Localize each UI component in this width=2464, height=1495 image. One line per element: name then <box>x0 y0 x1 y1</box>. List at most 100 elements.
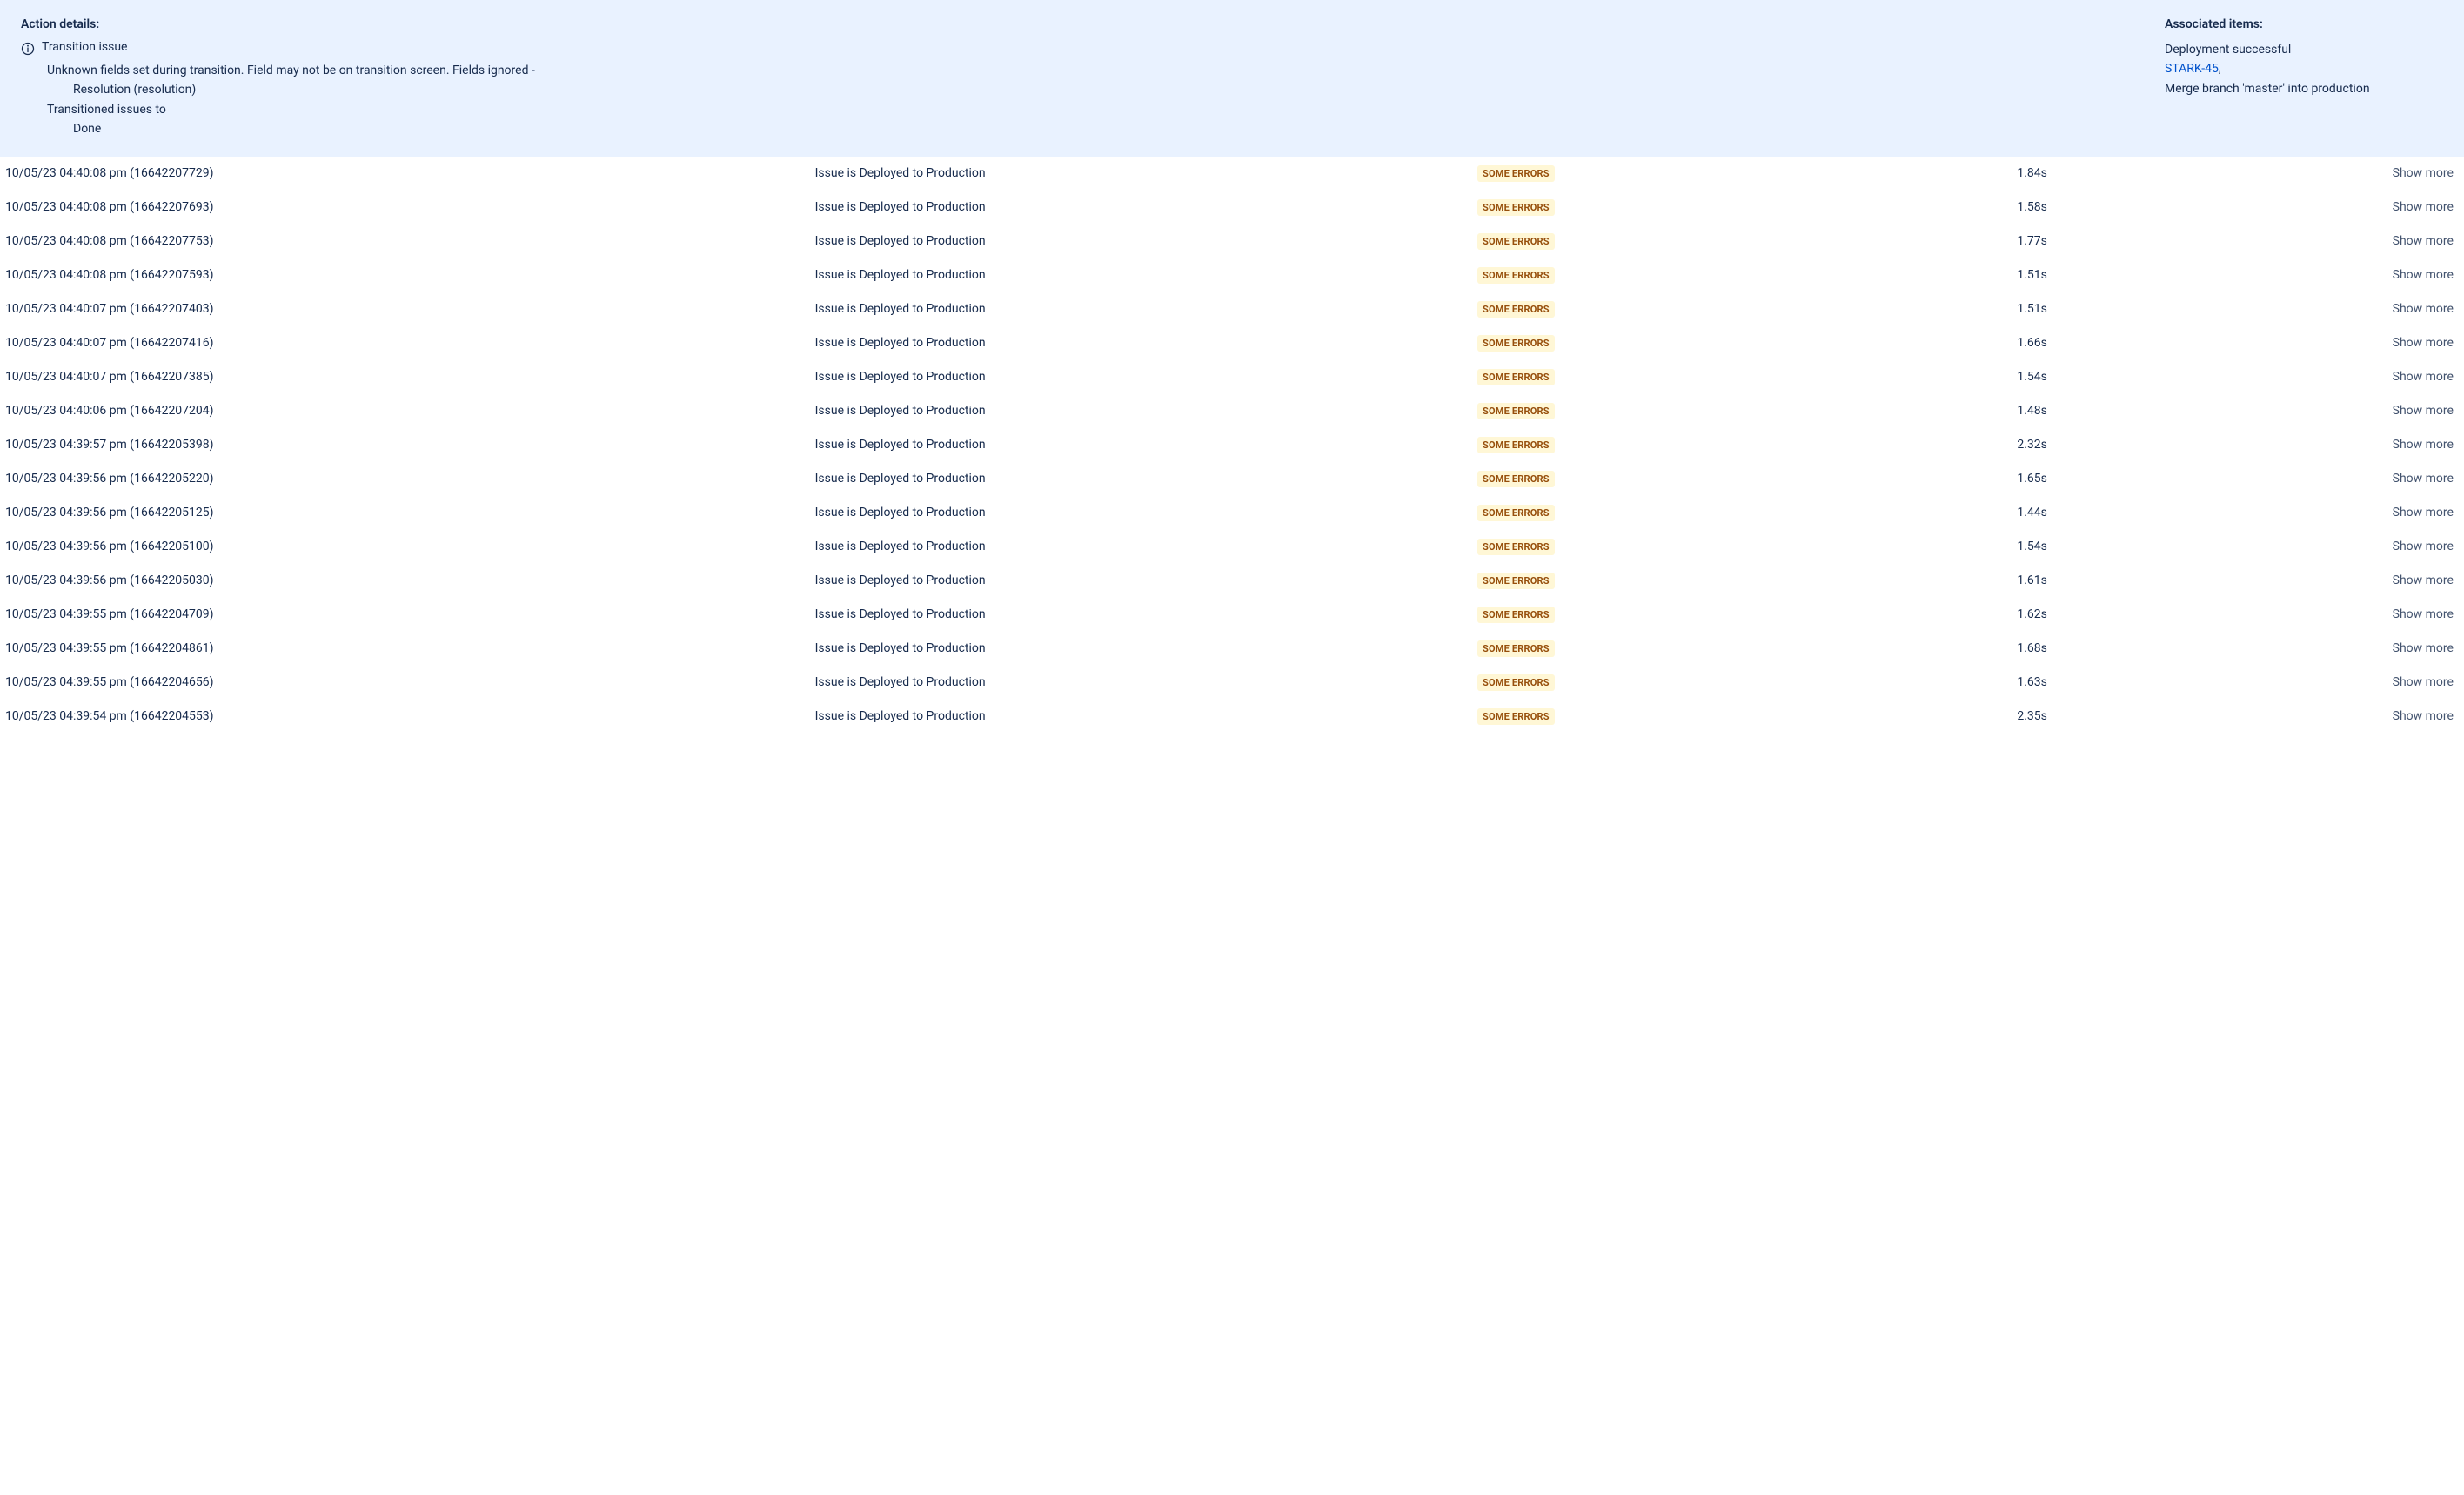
info-icon <box>21 42 35 56</box>
action-cell: Show more <box>2213 166 2459 180</box>
message-cell: Issue is Deployed to Production <box>815 472 1477 486</box>
associated-items-panel: Associated items: Deployment successful … <box>2165 17 2443 139</box>
status-badge: SOME ERRORS <box>1477 301 1555 318</box>
timestamp-cell: 10/05/23 04:39:54 pm (16642204553) <box>5 709 815 723</box>
timestamp-cell: 10/05/23 04:39:56 pm (16642205220) <box>5 472 815 486</box>
status-cell: SOME ERRORS <box>1477 640 2017 657</box>
ignored-field: Resolution (resolution) <box>73 80 2130 99</box>
table-row: 10/05/23 04:40:07 pm (16642207403)Issue … <box>0 292 2464 326</box>
status-badge: SOME ERRORS <box>1477 335 1555 352</box>
action-cell: Show more <box>2213 336 2459 350</box>
action-cell: Show more <box>2213 540 2459 553</box>
show-more-button[interactable]: Show more <box>2393 268 2454 282</box>
status-badge: SOME ERRORS <box>1477 471 1555 487</box>
status-badge: SOME ERRORS <box>1477 369 1555 385</box>
duration-cell: 1.65s <box>2017 472 2213 486</box>
action-cell: Show more <box>2213 709 2459 723</box>
message-cell: Issue is Deployed to Production <box>815 166 1477 180</box>
message-cell: Issue is Deployed to Production <box>815 200 1477 214</box>
show-more-button[interactable]: Show more <box>2393 336 2454 350</box>
status-cell: SOME ERRORS <box>1477 199 2017 216</box>
timestamp-cell: 10/05/23 04:40:07 pm (16642207385) <box>5 370 815 384</box>
associated-issue-line: STARK-45, <box>2165 59 2443 78</box>
status-cell: SOME ERRORS <box>1477 708 2017 725</box>
duration-cell: 1.54s <box>2017 540 2213 553</box>
table-row: 10/05/23 04:40:07 pm (16642207416)Issue … <box>0 326 2464 360</box>
transitioned-value: Done <box>73 119 2130 138</box>
action-cell: Show more <box>2213 641 2459 655</box>
table-row: 10/05/23 04:39:55 pm (16642204709)Issue … <box>0 598 2464 632</box>
show-more-button[interactable]: Show more <box>2393 641 2454 655</box>
show-more-button[interactable]: Show more <box>2393 200 2454 214</box>
duration-cell: 1.84s <box>2017 166 2213 180</box>
status-cell: SOME ERRORS <box>1477 607 2017 623</box>
show-more-button[interactable]: Show more <box>2393 438 2454 452</box>
duration-cell: 2.35s <box>2017 709 2213 723</box>
timestamp-cell: 10/05/23 04:40:06 pm (16642207204) <box>5 404 815 418</box>
table-row: 10/05/23 04:39:54 pm (16642204553)Issue … <box>0 700 2464 734</box>
duration-cell: 1.66s <box>2017 336 2213 350</box>
timestamp-cell: 10/05/23 04:39:55 pm (16642204861) <box>5 641 815 655</box>
action-cell: Show more <box>2213 573 2459 587</box>
show-more-button[interactable]: Show more <box>2393 302 2454 316</box>
table-row: 10/05/23 04:39:57 pm (16642205398)Issue … <box>0 428 2464 462</box>
action-cell: Show more <box>2213 438 2459 452</box>
status-badge: SOME ERRORS <box>1477 539 1555 555</box>
show-more-button[interactable]: Show more <box>2393 540 2454 553</box>
timestamp-cell: 10/05/23 04:40:08 pm (16642207753) <box>5 234 815 248</box>
transition-issue-heading: Transition issue <box>42 40 127 54</box>
message-cell: Issue is Deployed to Production <box>815 234 1477 248</box>
status-badge: SOME ERRORS <box>1477 607 1555 623</box>
message-cell: Issue is Deployed to Production <box>815 675 1477 689</box>
status-cell: SOME ERRORS <box>1477 674 2017 691</box>
message-cell: Issue is Deployed to Production <box>815 540 1477 553</box>
duration-cell: 1.51s <box>2017 268 2213 282</box>
status-badge: SOME ERRORS <box>1477 505 1555 521</box>
transition-issue-row: Transition issue <box>21 40 2130 56</box>
duration-cell: 1.48s <box>2017 404 2213 418</box>
show-more-button[interactable]: Show more <box>2393 709 2454 723</box>
table-row: 10/05/23 04:40:08 pm (16642207729)Issue … <box>0 157 2464 191</box>
action-cell: Show more <box>2213 506 2459 520</box>
duration-cell: 1.63s <box>2017 675 2213 689</box>
show-more-button[interactable]: Show more <box>2393 472 2454 486</box>
action-cell: Show more <box>2213 370 2459 384</box>
message-cell: Issue is Deployed to Production <box>815 573 1477 587</box>
status-cell: SOME ERRORS <box>1477 539 2017 555</box>
status-badge: SOME ERRORS <box>1477 573 1555 589</box>
timestamp-cell: 10/05/23 04:39:56 pm (16642205100) <box>5 540 815 553</box>
show-more-button[interactable]: Show more <box>2393 404 2454 418</box>
status-badge: SOME ERRORS <box>1477 233 1555 250</box>
show-more-button[interactable]: Show more <box>2393 573 2454 587</box>
duration-cell: 1.77s <box>2017 234 2213 248</box>
associated-issue-link[interactable]: STARK-45 <box>2165 62 2219 76</box>
show-more-button[interactable]: Show more <box>2393 675 2454 689</box>
action-details-left: Action details: Transition issue Unknown… <box>21 17 2130 139</box>
message-cell: Issue is Deployed to Production <box>815 709 1477 723</box>
action-cell: Show more <box>2213 675 2459 689</box>
status-cell: SOME ERRORS <box>1477 165 2017 182</box>
message-cell: Issue is Deployed to Production <box>815 506 1477 520</box>
status-cell: SOME ERRORS <box>1477 471 2017 487</box>
timestamp-cell: 10/05/23 04:39:55 pm (16642204709) <box>5 607 815 621</box>
timestamp-cell: 10/05/23 04:39:56 pm (16642205030) <box>5 573 815 587</box>
action-details-title: Action details: <box>21 17 2130 31</box>
timestamp-cell: 10/05/23 04:39:56 pm (16642205125) <box>5 506 815 520</box>
table-row: 10/05/23 04:39:56 pm (16642205220)Issue … <box>0 462 2464 496</box>
transitioned-label: Transitioned issues to <box>47 100 2130 119</box>
duration-cell: 2.32s <box>2017 438 2213 452</box>
show-more-button[interactable]: Show more <box>2393 607 2454 621</box>
table-row: 10/05/23 04:40:07 pm (16642207385)Issue … <box>0 360 2464 394</box>
audit-log-table: 10/05/23 04:40:08 pm (16642207729)Issue … <box>0 157 2464 734</box>
status-badge: SOME ERRORS <box>1477 640 1555 657</box>
show-more-button[interactable]: Show more <box>2393 370 2454 384</box>
status-cell: SOME ERRORS <box>1477 335 2017 352</box>
action-details-panel: Action details: Transition issue Unknown… <box>0 0 2464 157</box>
show-more-button[interactable]: Show more <box>2393 506 2454 520</box>
timestamp-cell: 10/05/23 04:40:08 pm (16642207593) <box>5 268 815 282</box>
show-more-button[interactable]: Show more <box>2393 234 2454 248</box>
table-row: 10/05/23 04:39:55 pm (16642204656)Issue … <box>0 666 2464 700</box>
duration-cell: 1.44s <box>2017 506 2213 520</box>
status-badge: SOME ERRORS <box>1477 267 1555 284</box>
show-more-button[interactable]: Show more <box>2393 166 2454 180</box>
